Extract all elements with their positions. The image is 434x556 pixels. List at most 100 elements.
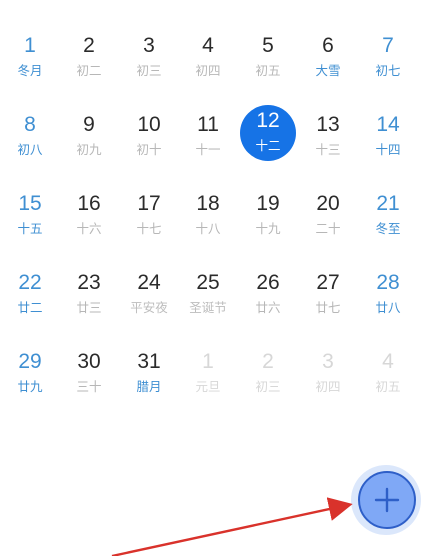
calendar-day[interactable]: 31 腊月 [119,339,179,418]
calendar-day[interactable]: 30 三十 [59,339,119,418]
lunar-date: 十二 [255,138,281,153]
day-number: 16 [77,192,101,215]
lunar-date: 初四 [315,379,341,394]
lunar-date: 初三 [136,63,162,78]
day-number: 2 [262,350,274,373]
calendar-day[interactable]: 23 廿三 [59,260,119,339]
calendar-day[interactable]: 26 廿六 [238,260,298,339]
calendar-day[interactable]: 13 十三 [298,102,358,181]
calendar-day[interactable]: 15 十五 [0,181,60,260]
lunar-date: 初八 [17,142,43,157]
calendar-day[interactable]: 4 初四 [178,23,238,102]
day-number: 12 [256,109,280,132]
calendar-day[interactable]: 10 初十 [119,102,179,181]
lunar-date: 十六 [76,221,102,236]
day-number: 29 [18,350,42,373]
day-number: 3 [322,350,334,373]
lunar-date: 十八 [195,221,221,236]
calendar-week-row: 29 廿九 30 三十 31 腊月 1 元旦 2 初三 3 初四 4 初五 [0,339,434,418]
lunar-date: 廿六 [255,300,281,315]
calendar-day[interactable]: 1 元旦 [178,339,238,418]
calendar-day[interactable]: 3 初四 [298,339,358,418]
calendar-week-row: 15 十五 16 十六 17 十七 18 十八 19 十九 20 二十 21 冬至 [0,181,434,260]
calendar-day-today[interactable]: 12 十二 [238,102,298,181]
day-number: 21 [376,192,400,215]
lunar-date: 腊月 [136,379,162,394]
day-number: 2 [83,34,95,57]
calendar-day[interactable]: 3 初三 [119,23,179,102]
lunar-date: 初十 [136,142,162,157]
lunar-date: 十一 [195,142,221,157]
day-number: 22 [18,271,42,294]
day-number: 11 [197,113,219,136]
lunar-date: 初三 [255,379,281,394]
calendar-day[interactable]: 5 初五 [238,23,298,102]
calendar-day[interactable]: 19 十九 [238,181,298,260]
day-number: 9 [83,113,95,136]
lunar-date: 初九 [76,142,102,157]
calendar-day[interactable]: 18 十八 [178,181,238,260]
day-number: 28 [376,271,400,294]
calendar-week-row: 8 初八 9 初九 10 初十 11 十一 12 十二 13 十三 14 十四 [0,102,434,181]
lunar-date: 初五 [375,379,401,394]
lunar-date: 元旦 [195,379,221,394]
calendar-day[interactable]: 11 十一 [178,102,238,181]
calendar-day[interactable]: 22 廿二 [0,260,60,339]
lunar-date: 冬至 [375,221,401,236]
calendar-day[interactable]: 6 大雪 [298,23,358,102]
lunar-date: 初四 [195,63,221,78]
calendar-week-row: 1 冬月 2 初二 3 初三 4 初四 5 初五 6 大雪 7 初七 [0,23,434,102]
calendar-day[interactable]: 24 平安夜 [119,260,179,339]
calendar-day[interactable]: 25 圣诞节 [178,260,238,339]
day-number: 5 [262,34,274,57]
day-number: 30 [77,350,101,373]
calendar-day[interactable]: 1 冬月 [0,23,60,102]
day-number: 27 [316,271,340,294]
day-number: 17 [137,192,161,215]
day-number: 1 [24,34,36,57]
calendar-day[interactable]: 8 初八 [0,102,60,181]
day-number: 18 [196,192,220,215]
lunar-date: 廿七 [315,300,341,315]
lunar-date: 初五 [255,63,281,78]
calendar-day[interactable]: 16 十六 [59,181,119,260]
lunar-date: 二十 [315,221,341,236]
add-event-button[interactable] [358,471,416,529]
lunar-date: 十四 [375,142,401,157]
calendar-day[interactable]: 21 冬至 [358,181,418,260]
lunar-date: 十三 [315,142,341,157]
day-number: 3 [143,34,155,57]
calendar-day[interactable]: 29 廿九 [0,339,60,418]
day-number: 14 [376,113,400,136]
calendar-day[interactable]: 2 初三 [238,339,298,418]
lunar-date: 冬月 [17,63,43,78]
day-number: 6 [322,34,334,57]
calendar-day[interactable]: 2 初二 [59,23,119,102]
day-number: 7 [382,34,394,57]
calendar-day[interactable]: 7 初七 [358,23,418,102]
day-number: 20 [316,192,340,215]
lunar-date: 初二 [76,63,102,78]
day-number: 25 [196,271,220,294]
day-number: 19 [256,192,280,215]
calendar-day[interactable]: 27 廿七 [298,260,358,339]
lunar-date: 圣诞节 [189,300,227,315]
day-number: 13 [316,113,340,136]
day-number: 4 [382,350,394,373]
calendar-day[interactable]: 20 二十 [298,181,358,260]
calendar-day[interactable]: 9 初九 [59,102,119,181]
calendar-day[interactable]: 4 初五 [358,339,418,418]
lunar-date: 廿九 [17,379,43,394]
lunar-date: 廿二 [17,300,43,315]
calendar-day[interactable]: 28 廿八 [358,260,418,339]
lunar-date: 大雪 [315,63,341,78]
calendar-day[interactable]: 14 十四 [358,102,418,181]
lunar-date: 平安夜 [130,300,168,315]
day-number: 31 [137,350,161,373]
day-number: 26 [256,271,280,294]
lunar-date: 十七 [136,221,162,236]
calendar-day[interactable]: 17 十七 [119,181,179,260]
day-number: 15 [18,192,42,215]
calendar-week-row: 22 廿二 23 廿三 24 平安夜 25 圣诞节 26 廿六 27 廿七 28 廿八 [0,260,434,339]
day-number: 4 [202,34,214,57]
